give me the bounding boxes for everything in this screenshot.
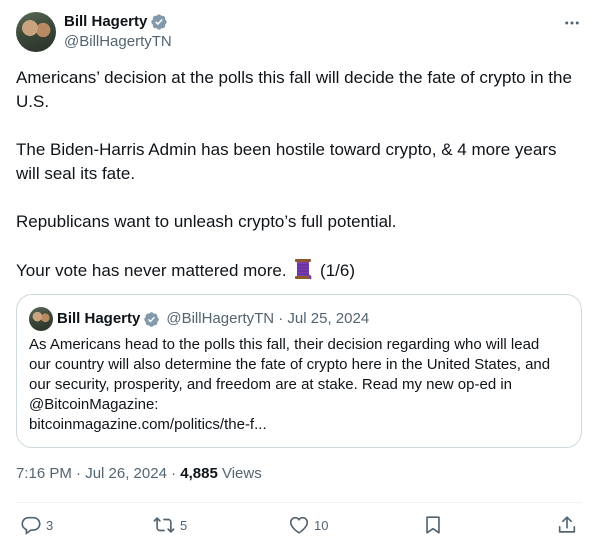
more-options-icon[interactable] bbox=[562, 14, 582, 32]
reply-count: 3 bbox=[46, 517, 54, 533]
tweet-timestamp-row: 7:16 PM · Jul 26, 2024 · 4,885 Views bbox=[16, 464, 262, 484]
quoted-tweet-header: Bill Hagerty @BillHagertyTN · Jul 25, 20… bbox=[57, 309, 369, 329]
quoted-author-avatar bbox=[29, 307, 53, 331]
share-icon bbox=[556, 514, 578, 536]
divider bbox=[16, 502, 582, 503]
repost-button[interactable]: 5 bbox=[152, 514, 187, 536]
verified-badge-icon bbox=[143, 311, 160, 328]
tweet-paragraph-last: Your vote has never mattered more. (1/6) bbox=[16, 258, 582, 287]
quoted-text-line: @BitcoinMagazine: bbox=[29, 396, 159, 413]
tweet-timestamp[interactable]: 7:16 PM · Jul 26, 2024 · bbox=[16, 465, 176, 482]
tweet-paragraph: Republicans want to unleash crypto’s ful… bbox=[16, 212, 397, 231]
bookmark-button[interactable] bbox=[422, 514, 444, 536]
heart-icon bbox=[288, 514, 310, 536]
quoted-text-line: our country will also determine the fate… bbox=[29, 356, 551, 373]
reply-button[interactable]: 3 bbox=[20, 514, 53, 536]
tweet-last-line: Your vote has never mattered more. bbox=[16, 261, 287, 280]
like-count: 10 bbox=[314, 517, 329, 533]
tweet-paragraph: The Biden-Harris Admin has been hostile … bbox=[16, 140, 557, 183]
quoted-text-line: As Americans head to the polls this fall… bbox=[29, 336, 540, 353]
quoted-tweet[interactable]: Bill Hagerty @BillHagertyTN · Jul 25, 20… bbox=[16, 294, 582, 448]
tweet-paragraph: Americans’ decision at the polls this fa… bbox=[16, 68, 572, 111]
verified-badge-icon bbox=[150, 13, 168, 31]
views-count: 4,885 bbox=[180, 465, 218, 482]
repost-count: 5 bbox=[180, 517, 188, 533]
quoted-tweet-text: As Americans head to the polls this fall… bbox=[29, 335, 574, 435]
thread-count: (1/6) bbox=[320, 261, 356, 280]
quoted-text-link: bitcoinmagazine.com/politics/the-f... bbox=[29, 416, 267, 433]
thread-spool-icon bbox=[293, 258, 313, 287]
tweet-card: Bill Hagerty @BillHagertyTN Americans’ d… bbox=[0, 0, 598, 551]
author-name-row: Bill Hagerty bbox=[64, 12, 168, 32]
quoted-text-line: our security, prosperity, and freedom ar… bbox=[29, 376, 513, 393]
reply-icon bbox=[20, 514, 42, 536]
action-bar: 3 5 10 bbox=[16, 514, 582, 540]
repost-icon bbox=[152, 514, 176, 536]
bookmark-icon bbox=[422, 514, 444, 536]
quoted-author-name: Bill Hagerty bbox=[57, 310, 141, 327]
tweet-text: Americans’ decision at the polls this fa… bbox=[16, 66, 582, 287]
author-name[interactable]: Bill Hagerty bbox=[64, 12, 147, 32]
author-handle[interactable]: @BillHagertyTN bbox=[64, 32, 172, 52]
quoted-tweet-meta: @BillHagertyTN · Jul 25, 2024 bbox=[166, 310, 370, 327]
views-label: Views bbox=[221, 465, 262, 482]
author-avatar[interactable] bbox=[16, 12, 56, 52]
share-button[interactable] bbox=[556, 514, 578, 536]
like-button[interactable]: 10 bbox=[288, 514, 328, 536]
